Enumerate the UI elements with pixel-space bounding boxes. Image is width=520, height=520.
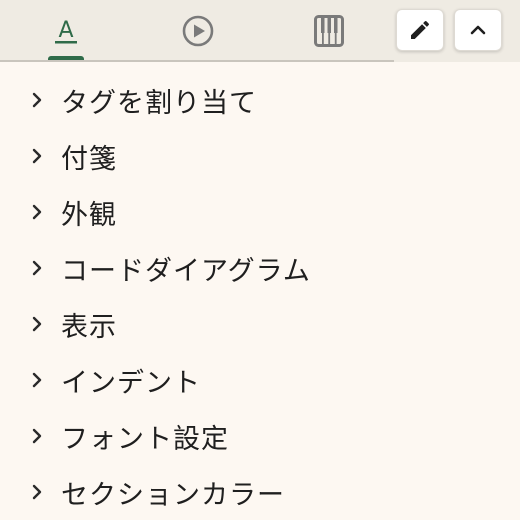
piano-keys-icon (314, 15, 344, 47)
tab-playback[interactable] (158, 0, 238, 62)
menu-item-label: セクションカラー (61, 479, 285, 511)
menu-item-label: タグを割り当て (61, 87, 257, 119)
toolbar-divider (0, 60, 394, 62)
collapse-button[interactable] (454, 9, 502, 51)
tab-keyboard[interactable] (289, 0, 369, 62)
edit-button[interactable] (396, 9, 444, 51)
chevron-right-icon (32, 260, 44, 276)
chevron-up-icon (470, 25, 486, 35)
menu-item-label: インデント (61, 367, 201, 399)
chevron-right-icon (32, 92, 44, 108)
play-circle-icon (182, 15, 214, 47)
menu-item-font-settings[interactable]: フォント設定 (0, 408, 520, 464)
chevron-right-icon (32, 372, 44, 388)
chevron-right-icon (32, 316, 44, 332)
chevron-right-icon (32, 428, 44, 444)
svg-text:A: A (58, 18, 73, 43)
menu-item-label: 外観 (61, 199, 117, 231)
tab-text-format[interactable]: A (26, 0, 106, 62)
menu-item-label: フォント設定 (61, 423, 229, 455)
menu-item-section-color[interactable]: セクションカラー (0, 464, 520, 520)
chevron-right-icon (32, 148, 44, 164)
menu-item-chord-diagrams[interactable]: コードダイアグラム (0, 240, 520, 296)
menu-item-display[interactable]: 表示 (0, 296, 520, 352)
toolbar: A (0, 0, 520, 62)
menu-item-label: 付箋 (61, 143, 117, 175)
menu-item-appearance[interactable]: 外観 (0, 184, 520, 240)
settings-menu: タグを割り当て 付箋 外観 コードダイアグラム 表示 インデント フォント設定 … (0, 72, 520, 520)
menu-item-label: 表示 (61, 311, 117, 343)
text-format-icon: A (55, 18, 77, 44)
menu-item-indent[interactable]: インデント (0, 352, 520, 408)
menu-item-label: コードダイアグラム (61, 255, 311, 287)
menu-item-sticky-notes[interactable]: 付箋 (0, 128, 520, 184)
chevron-right-icon (32, 484, 44, 500)
chevron-right-icon (32, 204, 44, 220)
pencil-icon (411, 20, 430, 39)
menu-item-assign-tags[interactable]: タグを割り当て (0, 72, 520, 128)
